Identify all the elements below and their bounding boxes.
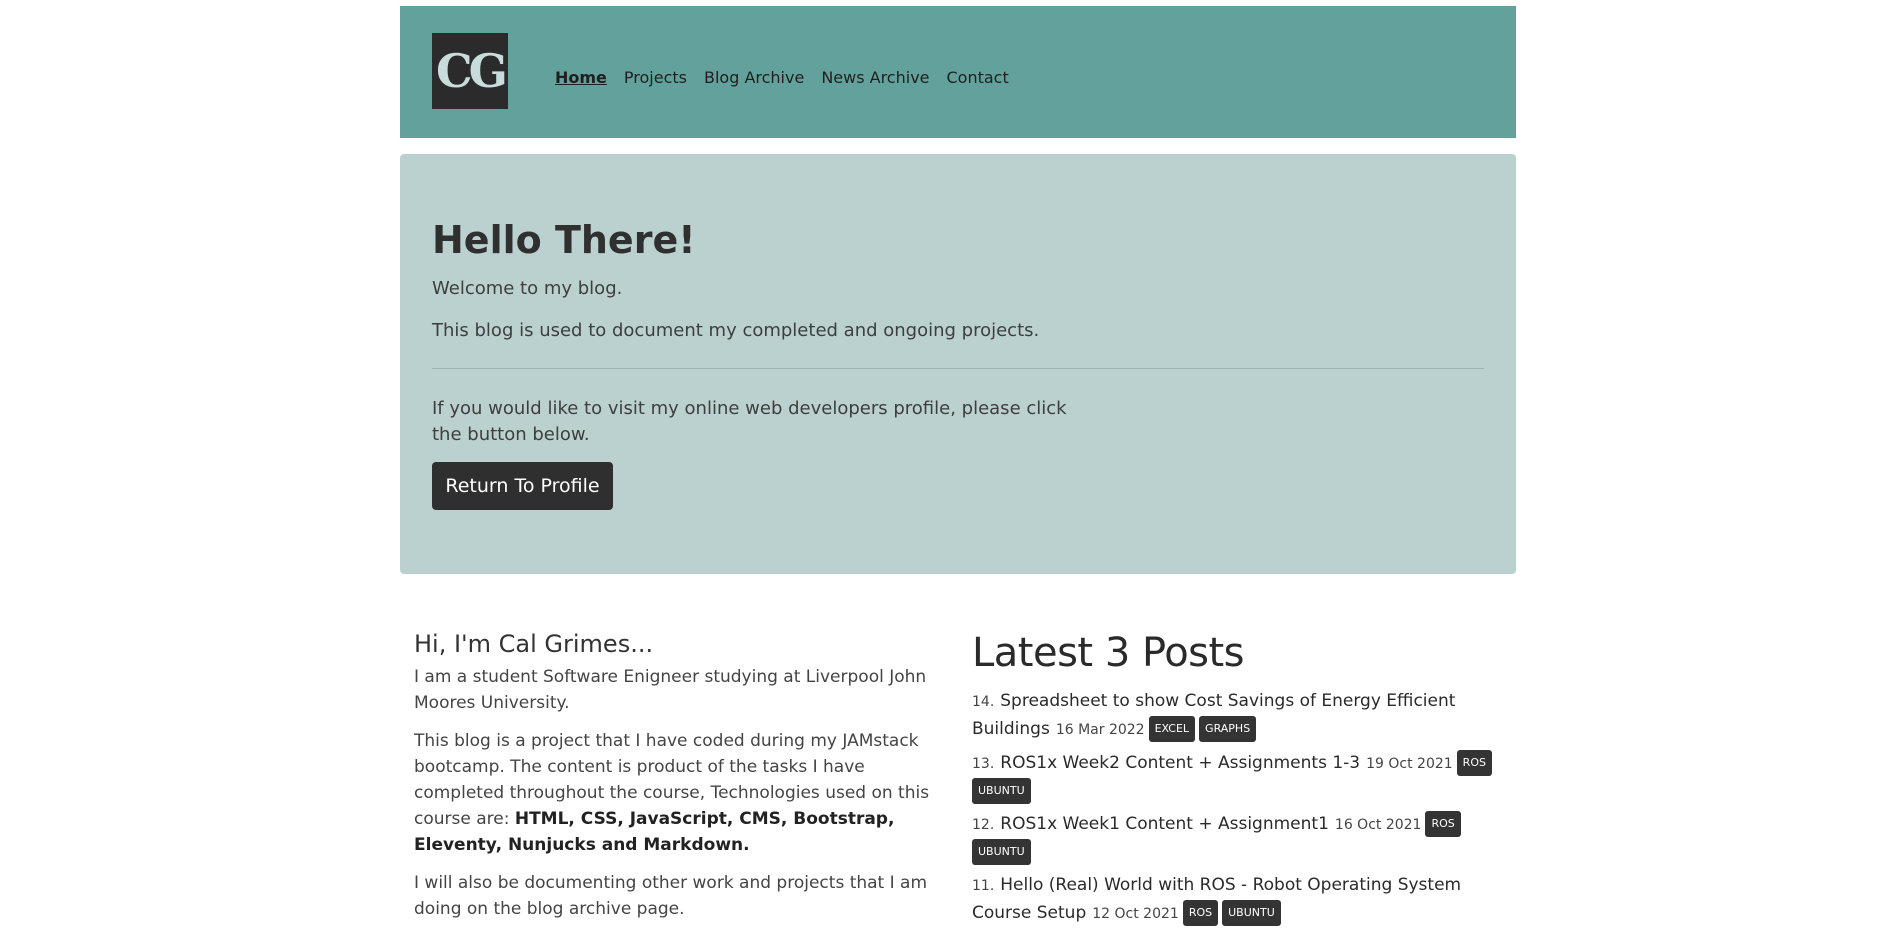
post-title-link[interactable]: ROS1x Week1 Content + Assignment1: [1000, 814, 1329, 834]
post-number: 11.: [972, 878, 995, 894]
post-title-link[interactable]: ROS1x Week2 Content + Assignments 1-3: [1000, 753, 1360, 773]
post-item[interactable]: 14. Spreadsheet to show Cost Savings of E…: [972, 688, 1502, 744]
post-tag[interactable]: UBUNTU: [972, 839, 1031, 865]
about-heading: Hi, I'm Cal Grimes...: [414, 630, 654, 658]
post-number: 13.: [972, 756, 995, 772]
hero-jumbotron: [400, 154, 1516, 574]
post-tag[interactable]: ROS: [1182, 900, 1219, 926]
post-item[interactable]: 12. ROS1x Week1 Content + Assignment1 16 O…: [972, 811, 1502, 866]
latest-posts-section: Latest 3 Posts 14. Spreadsheet to show Co…: [972, 630, 1502, 934]
about-intro: I am a student Software Enigneer studyin…: [414, 667, 927, 713]
post-tag[interactable]: ROS: [1456, 750, 1492, 776]
hero-welcome-text: Welcome to my blog.: [432, 278, 623, 299]
nav-blog-archive-link[interactable]: Blog Archive: [704, 64, 804, 92]
post-item[interactable]: 13. ROS1x Week2 Content + Assignments 1-3…: [972, 750, 1502, 805]
post-date: 16 Mar 2022: [1055, 722, 1145, 738]
about-section: Hi, I'm Cal Grimes... I am a student Sof…: [414, 630, 934, 934]
post-number: 14.: [972, 694, 995, 710]
nav-projects-link[interactable]: Projects: [624, 64, 687, 92]
post-tag[interactable]: UBUNTU: [1222, 900, 1281, 926]
main-nav: Home Projects Blog Archive News Archive …: [555, 64, 1026, 92]
nav-home-link[interactable]: Home: [555, 64, 607, 92]
post-date: 19 Oct 2021: [1366, 756, 1453, 772]
hero-title: Hello There!: [432, 218, 696, 262]
latest-posts-heading: Latest 3 Posts: [972, 630, 1245, 676]
post-date: 16 Oct 2021: [1334, 817, 1422, 833]
about-bootcamp: This blog is a project that I have coded…: [414, 728, 934, 858]
post-item[interactable]: 11. Hello (Real) World with ROS - Robot O…: [972, 872, 1502, 928]
site-logo[interactable]: CG: [432, 33, 508, 109]
nav-contact-link[interactable]: Contact: [947, 64, 1009, 92]
hero-profile-text: If you would like to visit my online web…: [432, 398, 1067, 445]
navbar: CG Home Projects Blog Archive News Archi…: [400, 6, 1516, 138]
post-tag[interactable]: ROS: [1425, 811, 1461, 837]
hero-description-text: This blog is used to document my complet…: [432, 320, 1040, 341]
about-extra: I will also be documenting other work an…: [414, 873, 928, 919]
post-tag[interactable]: UBUNTU: [972, 778, 1031, 804]
post-date: 12 Oct 2021: [1092, 906, 1179, 922]
post-tag[interactable]: EXCEL: [1148, 716, 1196, 742]
post-number: 12.: [972, 817, 995, 833]
return-to-profile-button[interactable]: Return To Profile: [432, 462, 613, 510]
post-tag[interactable]: GRAPHS: [1199, 716, 1257, 742]
nav-news-archive-link[interactable]: News Archive: [821, 64, 929, 92]
hero-divider: [432, 368, 1484, 369]
